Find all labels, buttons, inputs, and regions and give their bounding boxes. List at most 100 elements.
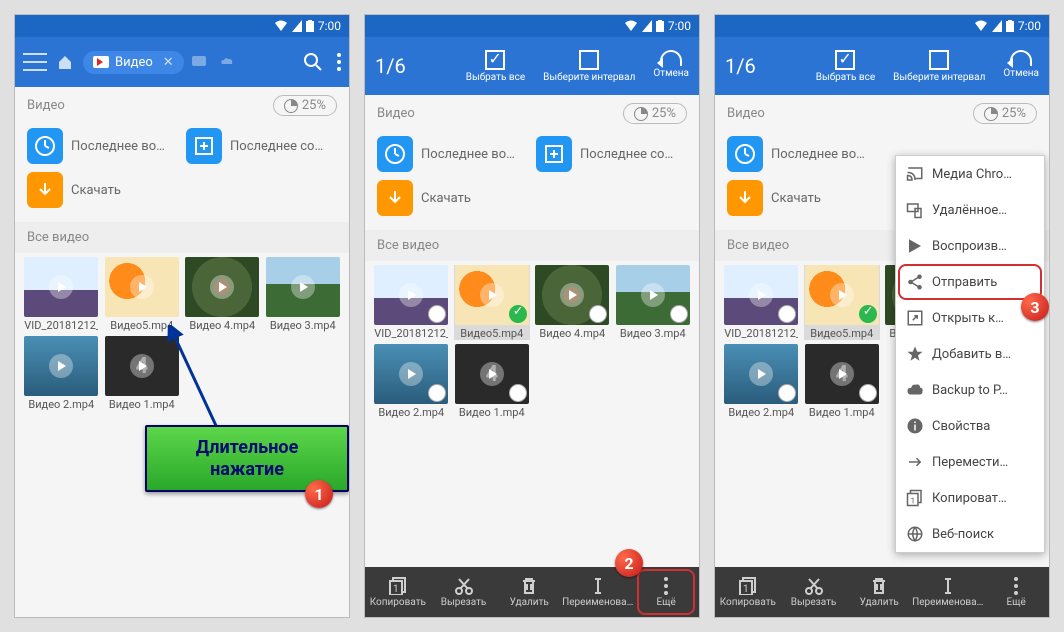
cut-button[interactable]: Вырезать xyxy=(431,567,497,617)
battery-icon xyxy=(306,20,314,32)
video-item[interactable]: Видео 4.mp4 xyxy=(534,265,611,340)
selection-topbar: 1/6 Выбрать все Выберите интервал Отмена xyxy=(365,37,699,95)
signal-icon xyxy=(992,20,1002,32)
clock: 7:00 xyxy=(318,19,341,33)
quick-recent-create[interactable]: Последнее со… xyxy=(536,136,687,172)
popup-item-copy[interactable]: 1Копироват… xyxy=(896,480,1044,516)
bottom-toolbar: 1Копировать Вырезать Удалить Переименова… xyxy=(365,567,699,617)
all-videos-header: Все видео xyxy=(15,222,349,253)
cut-button[interactable]: Вырезать xyxy=(781,567,847,617)
select-range-button[interactable]: Выберите интервал xyxy=(543,50,635,83)
video-item[interactable]: VID_20181212_10420 xyxy=(723,265,800,340)
popup-item-web-search[interactable]: Веб-поиск xyxy=(896,516,1044,552)
video-item[interactable]: Видео5.mp4 xyxy=(104,257,181,332)
wifi-icon xyxy=(274,20,288,32)
signal-icon xyxy=(642,20,652,32)
selection-counter: 1/6 xyxy=(725,54,756,78)
video-item[interactable]: 4Видео 1.mp4 xyxy=(454,344,531,419)
signal-icon xyxy=(292,20,302,32)
video-item[interactable]: VID_20181212_10420 xyxy=(23,257,100,332)
video-item[interactable]: Видео 2.mp4 xyxy=(373,344,450,419)
step-badge-1: 1 xyxy=(305,480,333,508)
video-item[interactable]: Видео 3.mp4 xyxy=(615,265,692,340)
video-item[interactable]: 4Видео 1.mp4 xyxy=(804,344,881,419)
popup-item-share[interactable]: Отправить xyxy=(896,264,1044,300)
storage-pill[interactable]: 25% xyxy=(973,103,1037,124)
popup-item-play[interactable]: Воспроизв… xyxy=(896,228,1044,264)
select-all-button[interactable]: Выбрать все xyxy=(466,50,525,83)
screen-1: 7:00 Видео ✕ Видео 25% Последнее во… Пос… xyxy=(14,14,350,618)
selection-counter: 1/6 xyxy=(375,54,406,78)
video-grid: VID_20181212_10420 Видео5.mp4 Видео 4.mp… xyxy=(365,261,699,423)
all-videos-header: Все видео xyxy=(365,230,699,261)
popup-item-properties[interactable]: Свойства xyxy=(896,408,1044,444)
rename-button[interactable]: Переименова… xyxy=(912,567,983,617)
section-header: Видео 25% xyxy=(365,95,699,132)
quick-download[interactable]: Скачать xyxy=(377,180,687,216)
clock: 7:00 xyxy=(1018,19,1041,33)
quick-recent-play[interactable]: Последнее во… xyxy=(27,128,178,164)
chip-label: Видео xyxy=(115,55,153,70)
cancel-button[interactable]: Отмена xyxy=(653,50,689,83)
section-header: Видео 25% xyxy=(15,87,349,124)
popup-item-backup[interactable]: Backup to P… xyxy=(896,372,1044,408)
selection-topbar: 1/6 Выбрать все Выберите интервал Отмена xyxy=(715,37,1049,95)
battery-icon xyxy=(1006,20,1014,32)
popup-item-remote[interactable]: Удалённое… xyxy=(896,192,1044,228)
path-chip-video[interactable]: Видео ✕ xyxy=(83,51,184,74)
storage-pill[interactable]: 25% xyxy=(273,95,337,116)
storage-pill[interactable]: 25% xyxy=(623,103,687,124)
more-button[interactable]: Ещё xyxy=(983,567,1049,617)
home-icon[interactable] xyxy=(57,54,73,70)
clock: 7:00 xyxy=(668,19,691,33)
section-header: Видео 25% xyxy=(715,95,1049,132)
video-item[interactable]: VID_20181212_10420 xyxy=(373,265,450,340)
sd-icon[interactable] xyxy=(192,56,208,68)
more-popup-menu: Медиа Chro… Удалённое… Воспроизв… Отправ… xyxy=(895,155,1045,553)
wifi-icon xyxy=(624,20,638,32)
close-icon[interactable]: ✕ xyxy=(163,55,174,70)
cloud-icon[interactable] xyxy=(218,56,234,68)
annotation-highlight xyxy=(637,569,695,615)
video-item[interactable]: Видео 3.mp4 xyxy=(265,257,342,332)
popup-item-add-to[interactable]: Добавить в… xyxy=(896,336,1044,372)
quick-recent-play[interactable]: Последнее во… xyxy=(377,136,528,172)
copy-button[interactable]: 1Копировать xyxy=(365,567,431,617)
video-item[interactable]: Видео 2.mp4 xyxy=(23,336,100,411)
section-label: Видео xyxy=(27,98,65,113)
step-badge-3: 3 xyxy=(1021,293,1049,321)
video-item-selected[interactable]: Видео5.mp4 xyxy=(454,265,531,340)
quick-download[interactable]: Скачать xyxy=(27,172,337,208)
search-icon[interactable] xyxy=(303,52,323,72)
select-range-button[interactable]: Выберите интервал xyxy=(893,50,985,83)
status-bar: 7:00 xyxy=(715,15,1049,37)
delete-button[interactable]: Удалить xyxy=(846,567,912,617)
overflow-menu-icon[interactable] xyxy=(337,53,341,71)
svg-text:1: 1 xyxy=(393,584,399,595)
select-all-button[interactable]: Выбрать все xyxy=(816,50,875,83)
quick-recent-create[interactable]: Последнее со… xyxy=(186,128,337,164)
bottom-toolbar: 1Копировать Вырезать Удалить Переименова… xyxy=(715,567,1049,617)
cancel-button[interactable]: Отмена xyxy=(1003,50,1039,83)
svg-text:1: 1 xyxy=(911,496,916,506)
video-item[interactable]: Видео 4.mp4 xyxy=(184,257,261,332)
battery-icon xyxy=(656,20,664,32)
popup-item-cast[interactable]: Медиа Chro… xyxy=(896,156,1044,192)
video-folder-icon xyxy=(93,56,109,68)
video-item-selected[interactable]: Видео5.mp4 xyxy=(804,265,881,340)
status-bar: 7:00 xyxy=(15,15,349,37)
menu-icon[interactable] xyxy=(23,53,47,71)
video-item[interactable]: Видео 2.mp4 xyxy=(723,344,800,419)
status-bar: 7:00 xyxy=(365,15,699,37)
topbar: Видео ✕ xyxy=(15,37,349,87)
step-badge-2: 2 xyxy=(615,549,643,577)
delete-button[interactable]: Удалить xyxy=(496,567,562,617)
copy-button[interactable]: 1Копировать xyxy=(715,567,781,617)
svg-text:1: 1 xyxy=(743,584,749,595)
path-extra-icons xyxy=(192,56,234,68)
screen-2: 7:00 1/6 Выбрать все Выберите интервал О… xyxy=(364,14,700,618)
more-button[interactable]: Ещё xyxy=(633,567,699,617)
popup-item-move[interactable]: Перемести… xyxy=(896,444,1044,480)
pie-icon xyxy=(284,99,298,113)
wifi-icon xyxy=(974,20,988,32)
